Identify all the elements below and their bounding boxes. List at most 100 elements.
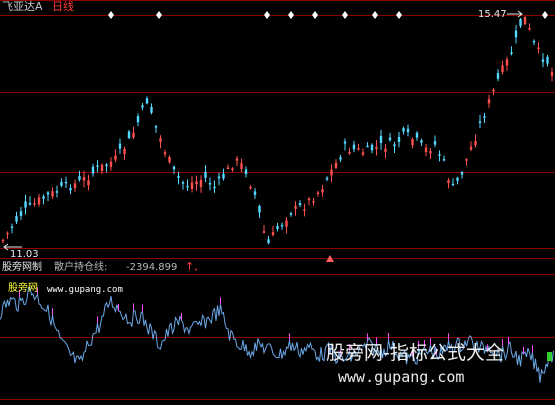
candle-body	[366, 145, 369, 148]
candle-body	[267, 239, 270, 244]
candle-body	[46, 192, 50, 195]
chart-markers	[3, 10, 548, 262]
candle-body	[181, 182, 185, 184]
diamond-signal-icon	[312, 11, 318, 19]
candle-body	[334, 162, 338, 168]
candle-body	[523, 17, 527, 25]
candle-body	[420, 140, 423, 143]
candle-body	[231, 168, 234, 170]
diamond-signal-icon	[108, 11, 114, 19]
site-url[interactable]: www.gupang.com	[47, 286, 123, 295]
candle-body	[19, 211, 23, 216]
candle-body	[501, 65, 504, 73]
candle-body	[33, 203, 36, 205]
candle-body	[258, 205, 261, 213]
candle-body	[456, 177, 459, 181]
site-logo: 股旁网	[8, 283, 38, 294]
candle-body	[64, 181, 68, 184]
candle-body	[532, 40, 536, 43]
candle-body	[118, 143, 122, 149]
candle-body	[37, 197, 41, 205]
candle-body	[343, 141, 347, 144]
indicator-name: 散户持仓线:	[54, 262, 108, 273]
stock-name: 飞亚达A	[2, 0, 43, 13]
candle-body	[82, 176, 86, 181]
candle-body	[298, 203, 302, 206]
candle-body	[6, 232, 9, 235]
indicator-signal-icon	[547, 352, 552, 361]
diamond-signal-icon	[342, 11, 348, 19]
candle-body	[204, 171, 207, 178]
period-label[interactable]: 日线	[52, 1, 74, 12]
candle-body	[190, 182, 194, 190]
candle-body	[154, 126, 158, 128]
candle-body	[339, 157, 342, 160]
candle-body	[78, 176, 81, 180]
candle-body	[136, 116, 140, 123]
diamond-signal-icon	[372, 11, 378, 19]
candle-body	[285, 220, 288, 227]
candle-body	[424, 147, 428, 153]
candle-body	[145, 98, 149, 104]
candle-body	[550, 72, 554, 76]
candle-body	[55, 191, 59, 193]
candle-body	[28, 202, 32, 205]
candle-body	[321, 189, 324, 193]
candle-body	[519, 19, 522, 26]
candle-body	[253, 191, 257, 195]
candle-body	[348, 152, 351, 154]
candle-body	[352, 144, 356, 150]
indicator-value: -2394.899	[126, 262, 178, 273]
chart-window[interactable]: 飞亚达A 日线 15.47 11.03 股旁网制 散户持仓线: -2394.89…	[0, 0, 555, 405]
candle-body	[249, 186, 252, 189]
candle-body	[186, 185, 189, 188]
indicator-series	[0, 286, 554, 383]
candle-body	[51, 191, 54, 197]
candle-body	[397, 136, 401, 142]
candle-body	[172, 166, 176, 170]
candle-body	[325, 177, 329, 180]
candle-body	[438, 154, 441, 156]
candle-body	[492, 89, 495, 92]
candle-body	[240, 163, 243, 169]
high-price-label: 15.47	[478, 9, 507, 20]
candle-body	[510, 52, 513, 54]
candle-body	[276, 225, 279, 230]
watermark-url: www.gupang.com	[338, 368, 465, 386]
candle-body	[73, 183, 77, 189]
candle-body	[195, 181, 198, 185]
candle-body	[375, 146, 378, 150]
low-price-label: 11.03	[10, 249, 39, 260]
candle-body	[330, 169, 333, 176]
candle-body	[87, 180, 90, 186]
diamond-signal-icon	[156, 11, 162, 19]
candle-body	[150, 106, 153, 113]
candle-body	[96, 165, 99, 167]
candle-body	[217, 176, 221, 179]
candle-body	[469, 146, 473, 150]
candle-body	[474, 140, 477, 146]
candle-body	[159, 138, 162, 142]
indicator-arrow-icon: ↑,	[185, 260, 198, 273]
candle-body	[213, 186, 216, 189]
candle-body	[114, 155, 117, 160]
diamond-signal-icon	[396, 11, 402, 19]
indicator-line	[0, 286, 554, 383]
candle-body	[123, 148, 126, 155]
candle-body	[537, 47, 540, 49]
candle-body	[505, 59, 509, 66]
candle-body	[307, 198, 311, 201]
candle-body	[370, 144, 374, 151]
candle-body	[15, 215, 18, 222]
candle-body	[316, 192, 320, 195]
candle-body	[429, 151, 432, 154]
candle-body	[361, 152, 365, 155]
candle-body	[226, 167, 230, 170]
candle-body	[411, 139, 414, 146]
candle-body	[514, 30, 518, 38]
candle-body	[235, 158, 239, 161]
candle-body	[60, 181, 63, 186]
candle-body	[546, 56, 549, 64]
candle-body	[168, 157, 171, 163]
candle-body	[222, 173, 225, 179]
